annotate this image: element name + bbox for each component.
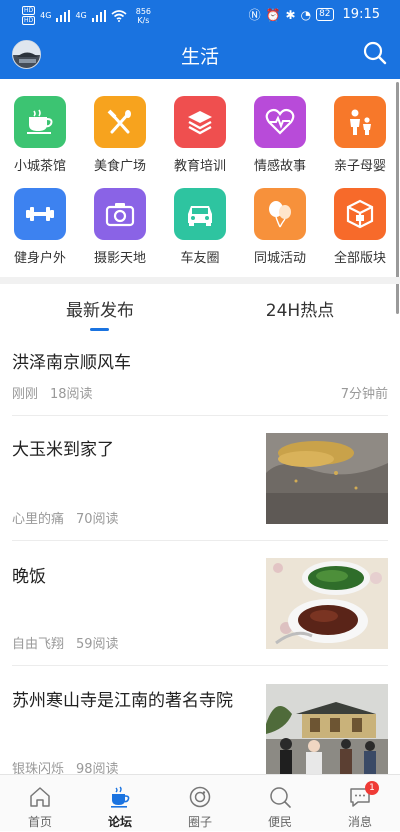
sim2-label: HD <box>22 16 36 25</box>
tab-label: 圈子 <box>187 815 212 829</box>
category-photography[interactable]: 摄影天地 <box>80 188 160 266</box>
teacup-icon <box>111 786 130 808</box>
layers-icon <box>174 96 226 148</box>
feed-meta: 刚刚 18阅读 <box>12 383 93 402</box>
wifi-icon <box>111 9 127 22</box>
feed-title: 洪泽南京顺风车 <box>12 353 131 373</box>
sim-indicators: HD HD <box>22 6 36 25</box>
network2-label: 4G <box>75 11 87 20</box>
feed-author: 自由飞翔 <box>12 637 65 652</box>
category-label: 美食广场 <box>93 159 146 174</box>
dumbbell-icon <box>14 188 66 240</box>
tab-label: 论坛 <box>107 815 132 829</box>
camera-icon <box>94 188 146 240</box>
parent-child-icon <box>334 96 386 148</box>
category-label: 车友圈 <box>180 251 220 266</box>
page-title: 生活 <box>180 46 219 68</box>
tab-label: 消息 <box>347 815 372 829</box>
feed-reads: 18阅读 <box>50 387 93 402</box>
speed-unit: K/s <box>137 15 150 25</box>
tab-hot-24h[interactable]: 24H热点 <box>200 296 400 321</box>
heart-pulse-icon <box>254 96 306 148</box>
fork-knife-icon <box>94 96 146 148</box>
feed-thumbnail[interactable] <box>266 433 388 524</box>
speed-value: 856 <box>135 6 152 16</box>
battery-indicator: 82 <box>316 8 334 21</box>
tab-home[interactable]: 首页 <box>0 775 80 832</box>
home-icon <box>30 787 50 807</box>
tab-forum[interactable]: 论坛 <box>80 775 160 832</box>
category-label: 情感故事 <box>253 159 306 174</box>
unread-badge: 1 <box>365 781 379 795</box>
category-car-club[interactable]: 车友圈 <box>160 188 240 266</box>
sim1-label: HD <box>22 6 36 15</box>
bluetooth-icon: ✱ <box>285 7 296 22</box>
balloons-icon <box>254 188 306 240</box>
tab-label: 首页 <box>27 815 52 829</box>
bottom-tab-bar: 首页 论坛 圈子 便民 1 消息 <box>0 774 400 831</box>
feed-title: 晚饭 <box>12 567 46 587</box>
feed-thumbnail[interactable] <box>266 558 388 649</box>
category-all-boards[interactable]: 全部版块 <box>320 188 400 266</box>
category-label: 小城茶馆 <box>13 159 66 174</box>
feed-reads: 59阅读 <box>76 637 119 652</box>
clock: 19:15 <box>342 7 380 22</box>
category-label: 亲子母婴 <box>333 159 386 174</box>
feed-tabs: 最新发布 24H热点 <box>0 284 400 332</box>
category-education[interactable]: 教育培训 <box>160 96 240 174</box>
feed-item[interactable]: 晚饭 自由飞翔 59阅读 <box>0 541 400 666</box>
cube-icon <box>334 188 386 240</box>
tab-latest[interactable]: 最新发布 <box>0 296 200 321</box>
feed-item[interactable]: 大玉米到家了 心里的痛 70阅读 <box>0 416 400 541</box>
category-grid: 小城茶馆 美食广场 教育培训 情感故事 亲子母婴 健身户外 摄影天地 车友圈 同… <box>0 79 400 277</box>
category-label: 全部版块 <box>333 251 386 266</box>
feed-meta: 自由飞翔 59阅读 <box>12 633 119 652</box>
category-fitness[interactable]: 健身户外 <box>0 188 80 266</box>
category-parenting[interactable]: 亲子母婴 <box>320 96 400 174</box>
feed-thumbnail[interactable] <box>266 684 388 774</box>
teacup-icon <box>14 96 66 148</box>
category-label: 同城活动 <box>253 251 306 266</box>
category-emotion[interactable]: 情感故事 <box>240 96 320 174</box>
section-divider <box>0 277 400 284</box>
search-icon[interactable] <box>362 40 388 66</box>
category-label: 摄影天地 <box>93 251 146 266</box>
tab-label: 便民 <box>267 815 292 829</box>
category-teahouse[interactable]: 小城茶馆 <box>0 96 80 174</box>
network-speed: 856 K/s <box>136 7 151 25</box>
tab-indicator <box>90 328 109 331</box>
tab-circle[interactable]: 圈子 <box>160 775 240 832</box>
circle-icon <box>189 786 211 808</box>
status-bar: HD HD 4G 4G 856 K/s Ⓝ ⏰ ✱ ◔ 82 19:15 <box>0 0 400 30</box>
network1-label: 4G <box>40 11 52 20</box>
car-icon <box>174 188 226 240</box>
signal-icon <box>56 9 71 22</box>
app-header: 生活 <box>0 30 400 79</box>
tab-service[interactable]: 便民 <box>240 775 320 832</box>
sound-icon: ◔ <box>300 7 312 22</box>
feed-meta: 心里的痛 70阅读 <box>12 508 119 527</box>
alarm-icon: ⏰ <box>265 7 281 22</box>
feed-item[interactable]: 洪泽南京顺风车 刚刚 18阅读 7分钟前 <box>0 332 400 416</box>
signal-icon <box>91 9 106 22</box>
feed-reads: 70阅读 <box>76 512 119 527</box>
tab-messages[interactable]: 1 消息 <box>320 775 400 832</box>
feed-author: 心里的痛 <box>12 512 65 527</box>
feed-author: 刚刚 <box>12 387 39 402</box>
feed-title: 大玉米到家了 <box>12 440 114 460</box>
feed-title: 苏州寒山寺是江南的著名寺院 <box>12 691 233 711</box>
search-icon <box>270 787 291 808</box>
category-label: 健身户外 <box>13 251 66 266</box>
nfc-icon: Ⓝ <box>248 8 261 22</box>
feed-time: 7分钟前 <box>340 387 388 402</box>
category-label: 教育培训 <box>173 159 226 174</box>
category-local-events[interactable]: 同城活动 <box>240 188 320 266</box>
feed-item[interactable]: 苏州寒山寺是江南的著名寺院 银珠闪烁 98阅读 <box>0 666 400 777</box>
category-food[interactable]: 美食广场 <box>80 96 160 174</box>
